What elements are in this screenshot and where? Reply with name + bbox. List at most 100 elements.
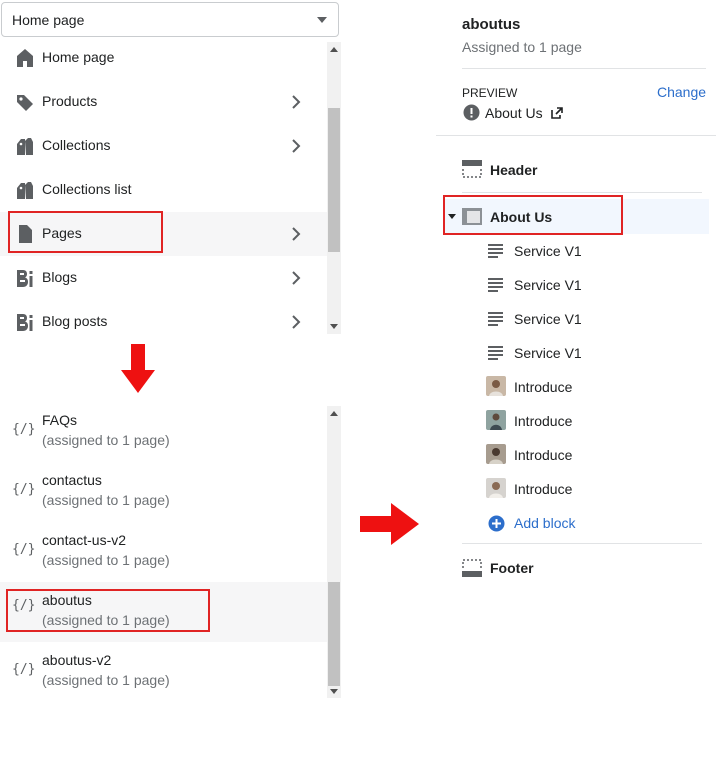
footer-section-label: Footer <box>490 560 534 576</box>
template-name: aboutus-v2 <box>42 652 112 668</box>
block-service-v1[interactable]: Service V1 <box>486 302 686 336</box>
page-type-menu: Home page Products Collections Collectio… <box>0 42 341 334</box>
divider <box>462 192 702 193</box>
header-layout-icon <box>462 160 482 178</box>
chevron-right-icon <box>292 315 301 329</box>
block-introduce[interactable]: Introduce <box>486 404 686 438</box>
blog-icon <box>17 270 33 287</box>
preview-page-name: About Us <box>485 105 543 121</box>
dropdown-selected-value: Home page <box>12 12 85 28</box>
change-preview-link[interactable]: Change <box>657 84 706 100</box>
template-name: FAQs <box>42 412 78 428</box>
arrow-right-icon <box>360 503 419 545</box>
plus-circle-icon <box>488 515 505 532</box>
highlight-box-aboutus <box>6 589 210 632</box>
collections-icon <box>17 138 33 155</box>
menu-item-label: Home page <box>42 49 115 65</box>
photo-thumbnail-icon <box>486 444 506 464</box>
alert-circle-icon <box>463 104 480 121</box>
block-label: Service V1 <box>514 345 582 361</box>
tag-icon <box>17 95 33 111</box>
block-service-v1[interactable]: Service V1 <box>486 268 686 302</box>
footer-section[interactable]: Footer <box>456 552 706 584</box>
menu-item-label: Blogs <box>42 269 78 285</box>
external-link-icon[interactable] <box>551 107 563 119</box>
menu-item-blog-posts[interactable]: Blog posts <box>0 300 327 334</box>
menu-item-label: Blog posts <box>42 313 108 329</box>
block-label: Service V1 <box>514 243 582 259</box>
template-assignment: (assigned to 1 page) <box>42 672 170 688</box>
block-label: Introduce <box>514 413 573 429</box>
header-section-label: Header <box>490 162 538 178</box>
template-assignment: (assigned to 1 page) <box>42 492 170 508</box>
highlight-box-about-us <box>443 195 623 235</box>
template-type-dropdown[interactable]: Home page <box>1 2 339 37</box>
scrollbar-thumb[interactable] <box>328 108 340 252</box>
chevron-right-icon <box>292 95 301 109</box>
scroll-up-arrow-icon[interactable] <box>330 47 338 52</box>
template-assignment: (assigned to 1 page) <box>42 432 170 448</box>
menu-item-label: Collections list <box>42 181 132 197</box>
block-label: Introduce <box>514 379 573 395</box>
blog-icon <box>17 314 33 331</box>
add-block-label: Add block <box>514 515 576 531</box>
photo-thumbnail-icon <box>486 410 506 430</box>
menu-item-products[interactable]: Products <box>0 80 327 124</box>
template-item[interactable]: {/} aboutus-v2 (assigned to 1 page) <box>0 646 327 698</box>
highlight-box-pages <box>8 211 163 253</box>
caret-down-icon <box>317 17 327 23</box>
menu-item-collections[interactable]: Collections <box>0 124 327 168</box>
block-introduce[interactable]: Introduce <box>486 370 686 404</box>
text-lines-icon <box>488 312 503 326</box>
template-item[interactable]: {/} contactus (assigned to 1 page) <box>0 466 327 526</box>
scroll-up-arrow-icon[interactable] <box>330 411 338 416</box>
menu-scrollbar[interactable] <box>327 42 341 334</box>
template-name: contact-us-v2 <box>42 532 127 548</box>
menu-item-home-page[interactable]: Home page <box>0 42 327 80</box>
preview-label: PREVIEW <box>462 86 518 100</box>
template-assignment-info: Assigned to 1 page <box>462 39 582 55</box>
template-list: {/} FAQs (assigned to 1 page) {/} contac… <box>0 406 341 698</box>
chevron-right-icon <box>292 271 301 285</box>
block-service-v1[interactable]: Service V1 <box>486 336 686 370</box>
scrollbar-thumb[interactable] <box>328 582 340 686</box>
divider <box>436 135 716 136</box>
text-lines-icon <box>488 346 503 360</box>
divider <box>462 543 702 544</box>
block-introduce[interactable]: Introduce <box>486 472 686 506</box>
code-braces-icon: {/} <box>12 482 36 497</box>
block-label: Introduce <box>514 447 573 463</box>
block-label: Service V1 <box>514 311 582 327</box>
chevron-right-icon <box>292 227 301 241</box>
text-lines-icon <box>488 244 503 258</box>
divider <box>462 68 706 69</box>
header-section[interactable]: Header <box>456 154 706 186</box>
menu-item-label: Collections <box>42 137 111 153</box>
template-scrollbar[interactable] <box>327 406 341 698</box>
collections-icon <box>17 182 33 199</box>
scroll-down-arrow-icon[interactable] <box>330 324 338 329</box>
footer-layout-icon <box>462 559 482 577</box>
menu-item-collections-list[interactable]: Collections list <box>0 168 327 212</box>
menu-item-label: Products <box>42 93 98 109</box>
block-service-v1[interactable]: Service V1 <box>486 234 686 268</box>
template-item[interactable]: {/} contact-us-v2 (assigned to 1 page) <box>0 526 327 586</box>
add-block-button[interactable]: Add block <box>486 506 686 540</box>
template-name: contactus <box>42 472 102 488</box>
template-item[interactable]: {/} FAQs (assigned to 1 page) <box>0 406 327 466</box>
home-icon <box>17 49 33 67</box>
code-braces-icon: {/} <box>12 542 36 557</box>
photo-thumbnail-icon <box>486 376 506 396</box>
photo-thumbnail-icon <box>486 478 506 498</box>
code-braces-icon: {/} <box>12 422 36 437</box>
block-label: Service V1 <box>514 277 582 293</box>
text-lines-icon <box>488 278 503 292</box>
template-title: aboutus <box>462 16 521 33</box>
block-introduce[interactable]: Introduce <box>486 438 686 472</box>
menu-item-blogs[interactable]: Blogs <box>0 256 327 300</box>
template-assignment: (assigned to 1 page) <box>42 552 170 568</box>
block-label: Introduce <box>514 481 573 497</box>
code-braces-icon: {/} <box>12 662 36 677</box>
chevron-right-icon <box>292 139 301 153</box>
scroll-down-arrow-icon[interactable] <box>330 689 338 694</box>
